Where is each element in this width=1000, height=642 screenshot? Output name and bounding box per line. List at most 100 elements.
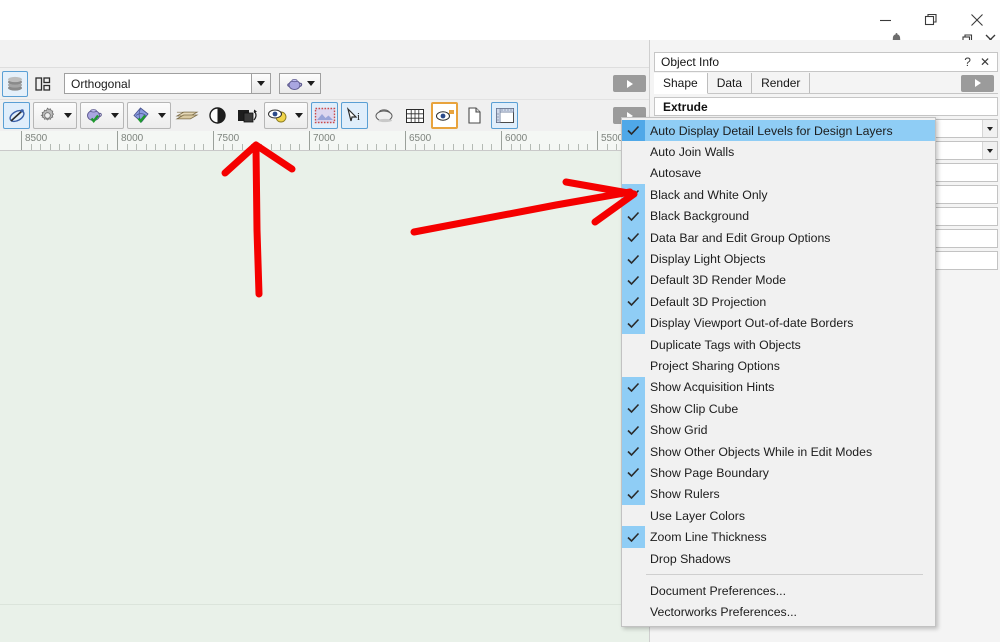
ruler-minor-tick xyxy=(97,144,99,150)
menu-item[interactable]: Zoom Line Thickness xyxy=(622,526,935,548)
menu-item-label: Default 3D Render Mode xyxy=(650,273,787,288)
ruler-minor-tick xyxy=(587,144,589,150)
gear-icon[interactable] xyxy=(34,103,60,128)
tab-render[interactable]: Render xyxy=(752,73,811,93)
globe-check-icon[interactable] xyxy=(128,103,154,128)
ruler-minor-tick xyxy=(472,144,474,150)
check-icon xyxy=(622,226,645,249)
menu-item[interactable]: Default 3D Projection xyxy=(622,291,935,313)
menu-item[interactable]: Display Viewport Out-of-date Borders xyxy=(622,312,935,334)
field-row[interactable] xyxy=(933,251,998,270)
menu-item[interactable]: Show Clip Cube xyxy=(622,398,935,420)
field-row[interactable] xyxy=(933,185,998,204)
drawing-canvas[interactable] xyxy=(0,151,649,642)
viewbar-overflow-button[interactable] xyxy=(613,75,646,92)
drop-shadow-icon[interactable] xyxy=(371,102,398,129)
menu-item[interactable]: Auto Join Walls xyxy=(622,141,935,162)
layer-edge-icon[interactable] xyxy=(174,102,201,129)
menu-item[interactable]: Show Acquisition Hints xyxy=(622,376,935,399)
contrast-circle-icon[interactable] xyxy=(204,102,231,129)
menu-item[interactable]: Default 3D Render Mode xyxy=(622,269,935,292)
ruler-minor-tick xyxy=(299,144,301,150)
render-mode-tool-group[interactable] xyxy=(80,102,124,129)
ruler-label: 6000 xyxy=(505,133,528,144)
check-icon xyxy=(622,120,645,142)
menu-item[interactable]: Show Rulers xyxy=(622,483,935,506)
field-row[interactable] xyxy=(933,119,998,138)
menu-item-label: Drop Shadows xyxy=(650,551,731,566)
visibility-tool-group[interactable] xyxy=(264,102,308,129)
field-row[interactable] xyxy=(933,229,998,248)
menu-item-label: Zoom Line Thickness xyxy=(650,530,767,545)
help-icon[interactable]: ? xyxy=(964,55,971,69)
ruler-major-tick xyxy=(501,131,502,150)
tab-shape[interactable]: Shape xyxy=(654,73,708,94)
menu-item-label: Show Rulers xyxy=(650,487,720,502)
chevron-down-icon[interactable] xyxy=(251,74,270,93)
ruler-minor-tick xyxy=(203,144,205,150)
projection-value: Orthogonal xyxy=(71,76,131,91)
black-white-only-icon[interactable] xyxy=(234,102,261,129)
show-rulers-icon[interactable] xyxy=(491,102,518,129)
ruler-minor-tick xyxy=(78,144,80,150)
menu-item[interactable]: Show Other Objects While in Edit Modes xyxy=(622,440,935,463)
check-placeholder xyxy=(622,355,645,376)
show-grid-icon[interactable] xyxy=(401,102,428,129)
tab-data[interactable]: Data xyxy=(708,73,753,93)
page-boundary-icon[interactable] xyxy=(311,102,338,129)
panel-overflow-button[interactable] xyxy=(961,73,998,93)
projection-combo[interactable]: Orthogonal xyxy=(64,73,271,94)
field-row[interactable] xyxy=(933,163,998,182)
ruler-minor-tick xyxy=(520,144,522,150)
page-icon[interactable] xyxy=(461,102,488,129)
menu-item[interactable]: Auto Display Detail Levels for Design La… xyxy=(622,120,935,142)
menu-item[interactable]: Autosave xyxy=(622,163,935,184)
horizontal-ruler[interactable]: 8500 8000 7500 7000 6500 6000 5500 xyxy=(0,131,649,151)
ruler-minor-tick xyxy=(59,144,61,150)
ruler-major-tick xyxy=(405,131,406,150)
menu-item[interactable]: Black Background xyxy=(622,205,935,227)
chevron-down-icon[interactable] xyxy=(982,120,997,137)
menu-item[interactable]: Document Preferences... xyxy=(622,580,935,601)
menu-item[interactable]: Vectorworks Preferences... xyxy=(622,602,935,623)
menu-item-label: Project Sharing Options xyxy=(650,358,780,373)
chevron-down-icon[interactable] xyxy=(60,103,76,128)
menu-item[interactable]: Black and White Only xyxy=(622,184,935,206)
menu-item-label: Autosave xyxy=(650,166,702,181)
data-bar-icon[interactable]: i xyxy=(341,102,368,129)
eye-visibility-icon[interactable] xyxy=(265,103,291,128)
menu-item[interactable]: Use Layer Colors xyxy=(622,505,935,526)
flyover-tool-icon[interactable] xyxy=(3,102,30,129)
menu-item[interactable]: Project Sharing Options xyxy=(622,355,935,376)
field-row[interactable] xyxy=(933,207,998,226)
chevron-down-icon[interactable] xyxy=(107,103,123,128)
render-mode-combo[interactable] xyxy=(279,73,321,94)
menu-item-label: Data Bar and Edit Group Options xyxy=(650,230,831,245)
check-placeholder xyxy=(622,334,645,355)
page-title: Object Info xyxy=(661,55,720,69)
clip-cube-eye-icon[interactable] xyxy=(431,102,458,129)
menu-item[interactable]: Show Grid xyxy=(622,419,935,441)
render-teapot-icon xyxy=(286,78,302,90)
projection-tool-group[interactable] xyxy=(127,102,171,129)
panel-layout-icon[interactable] xyxy=(30,71,56,97)
layer-stack-icon[interactable] xyxy=(2,70,28,97)
menu-item-label: Display Viewport Out-of-date Borders xyxy=(650,316,854,331)
chevron-down-icon[interactable] xyxy=(154,103,170,128)
ruler-label: 8000 xyxy=(121,133,144,144)
menu-item[interactable]: Duplicate Tags with Objects xyxy=(622,334,935,355)
gear-tool-group[interactable] xyxy=(33,102,77,129)
close-icon[interactable]: ✕ xyxy=(980,55,990,69)
field-row[interactable] xyxy=(933,141,998,160)
ruler-major-tick xyxy=(117,131,118,150)
render-teapot-check-icon[interactable] xyxy=(81,103,107,128)
view-bar: Orthogonal xyxy=(0,68,649,100)
chevron-down-icon[interactable] xyxy=(306,81,315,86)
menu-item[interactable]: Drop Shadows xyxy=(622,548,935,569)
menu-item[interactable]: Display Light Objects xyxy=(622,248,935,270)
menu-item[interactable]: Data Bar and Edit Group Options xyxy=(622,226,935,249)
chevron-down-icon[interactable] xyxy=(291,103,307,128)
view-options-context-menu[interactable]: Auto Display Detail Levels for Design La… xyxy=(621,117,936,627)
chevron-down-icon[interactable] xyxy=(982,142,997,159)
menu-item[interactable]: Show Page Boundary xyxy=(622,462,935,484)
